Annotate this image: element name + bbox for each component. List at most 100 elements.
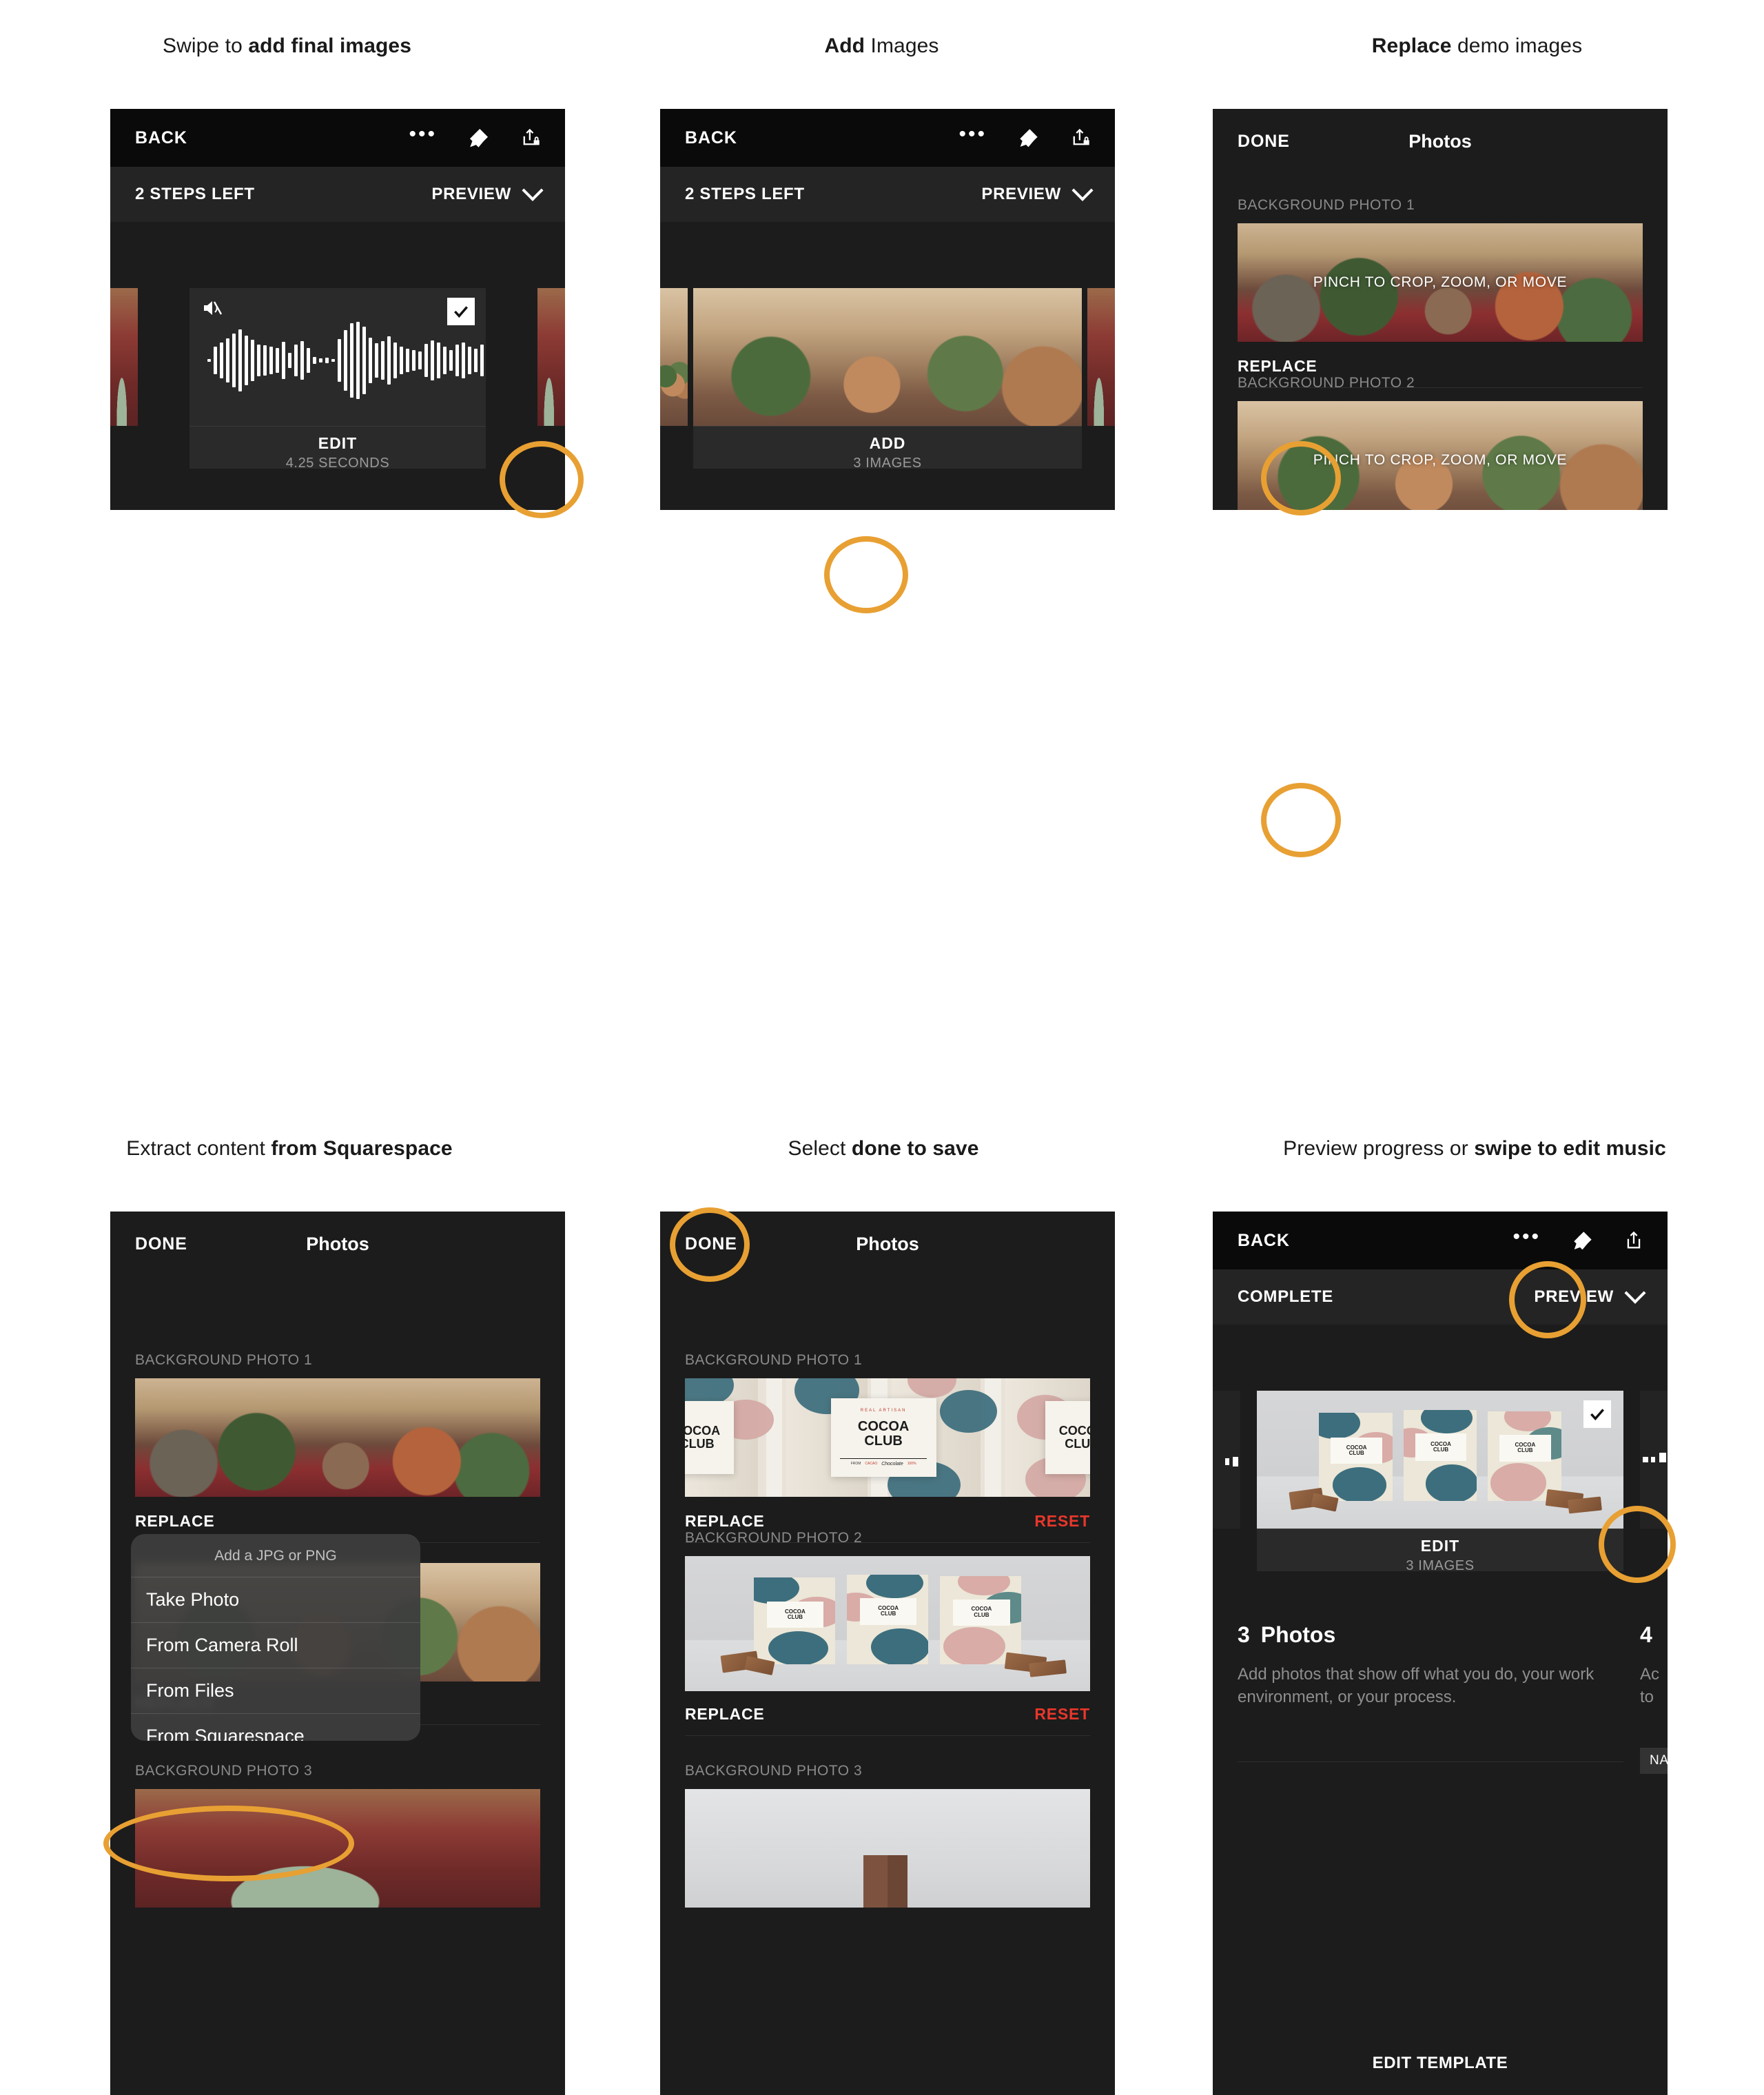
preview-button-1[interactable]: PREVIEW bbox=[431, 179, 544, 204]
highlight-replace-2 bbox=[1261, 783, 1341, 857]
photo-enabled-checkbox-6[interactable] bbox=[1583, 1400, 1611, 1428]
steps-left-label-2: 2 STEPS LEFT bbox=[685, 185, 805, 203]
back-button-6[interactable]: BACK bbox=[1238, 1231, 1290, 1251]
modal-title-3: Photos bbox=[1408, 130, 1472, 152]
preview-button-6[interactable]: PREVIEW bbox=[1534, 1282, 1646, 1307]
back-button-2[interactable]: BACK bbox=[685, 128, 737, 148]
caption-bold-4: from Squarespace bbox=[271, 1137, 453, 1160]
edit-label-6: EDIT bbox=[1420, 1537, 1460, 1555]
replace-row-3-1: REPLACE bbox=[1238, 357, 1643, 376]
steps-left-label-6: COMPLETE bbox=[1238, 1287, 1333, 1306]
steps-bar-1: 2 STEPS LEFT PREVIEW bbox=[110, 167, 565, 222]
navbar-2: BACK ••• bbox=[660, 109, 1115, 167]
replace-button-4-1[interactable]: REPLACE bbox=[135, 1512, 215, 1531]
modal-title-4: Photos bbox=[306, 1233, 369, 1254]
back-button-1[interactable]: BACK bbox=[135, 128, 187, 148]
preview-label-6: PREVIEW bbox=[1534, 1287, 1614, 1306]
brush-icon[interactable] bbox=[469, 127, 489, 148]
navbar-6: BACK ••• bbox=[1213, 1212, 1668, 1269]
photo-thumb-5-1[interactable]: REAL ARTISAN COCOA CLUB FROM CACAO Choco… bbox=[685, 1378, 1090, 1497]
phone-screen-2: BACK ••• 2 STEPS LEFT PREVIEW ADD 3 IMAG… bbox=[660, 109, 1115, 510]
edit-template-button-6[interactable]: EDIT TEMPLATE bbox=[1213, 2054, 1668, 2073]
modal-head-3: DONE Photos bbox=[1213, 109, 1668, 174]
waveform-card-footer-1[interactable]: EDIT 4.25 SECONDS bbox=[189, 426, 486, 471]
caption-bold-1: add final images bbox=[248, 34, 411, 57]
step-title-6: 3 Photos bbox=[1238, 1622, 1623, 1648]
caption-plain-5: Select bbox=[788, 1137, 852, 1160]
replace-row-4-1: REPLACE bbox=[135, 1512, 540, 1531]
add-label-2: ADD bbox=[869, 434, 906, 452]
phone-screen-4: DONE Photos BACKGROUND PHOTO 1 REPLACE R… bbox=[110, 1212, 565, 2095]
preview-label-2: PREVIEW bbox=[981, 185, 1061, 203]
reset-button-5-2[interactable]: RESET bbox=[1034, 1705, 1090, 1724]
photo-label-5-3: BACKGROUND PHOTO 3 bbox=[685, 1763, 863, 1779]
peek-prev-2[interactable] bbox=[660, 288, 688, 426]
panel-caption-4: Extract content from Squarespace bbox=[0, 1137, 579, 1161]
label-club: CLUB bbox=[864, 1433, 903, 1449]
peek-next-1[interactable] bbox=[537, 288, 565, 426]
images-count-label-2: 3 IMAGES bbox=[853, 456, 922, 471]
reset-button-5-1[interactable]: RESET bbox=[1034, 1512, 1090, 1531]
caption-bold-2: Add bbox=[824, 34, 865, 57]
more-dots-icon[interactable]: ••• bbox=[958, 124, 987, 145]
more-dots-icon[interactable]: ••• bbox=[409, 124, 437, 145]
modal-title-5: Photos bbox=[856, 1233, 919, 1254]
audio-enabled-checkbox-1[interactable] bbox=[447, 298, 475, 325]
peek-prev-6[interactable] bbox=[1213, 1391, 1240, 1529]
peek-next-2[interactable] bbox=[1087, 288, 1115, 426]
share-icon[interactable] bbox=[1625, 1230, 1643, 1251]
replace-button-5-1[interactable]: REPLACE bbox=[685, 1512, 765, 1531]
share-lock-icon[interactable] bbox=[1071, 127, 1090, 148]
phone-screen-1: BACK ••• 2 STEPS LEFT PREVIEW EDIT 4.25 … bbox=[110, 109, 565, 510]
replace-row-5-2: REPLACE RESET bbox=[685, 1705, 1090, 1724]
share-lock-icon[interactable] bbox=[521, 127, 540, 148]
photo-card-2[interactable] bbox=[693, 288, 1082, 426]
photo-thumb-5-2[interactable]: COCOA CLUB COCOA CLUB COCOA CLUB bbox=[685, 1556, 1090, 1691]
label-cocoa: COCOA bbox=[857, 1418, 910, 1434]
sheet-item-from-camera-roll[interactable]: From Camera Roll bbox=[131, 1623, 420, 1668]
peek-prev-1[interactable] bbox=[110, 288, 138, 426]
preview-button-2[interactable]: PREVIEW bbox=[981, 179, 1094, 204]
photo-thumb-3-1[interactable]: PINCH TO CROP, ZOOM, OR MOVE bbox=[1238, 223, 1643, 342]
photo-card-footer-6[interactable]: EDIT 3 IMAGES bbox=[1257, 1529, 1623, 1573]
replace-button-5-2[interactable]: REPLACE bbox=[685, 1705, 765, 1724]
photo-card-6[interactable]: COCOA CLUB COCOA CLUB COCOA CLUB bbox=[1257, 1391, 1623, 1529]
pinch-hint-3-2: PINCH TO CROP, ZOOM, OR MOVE bbox=[1313, 452, 1568, 468]
photo-source-action-sheet: Add a JPG or PNG Take Photo From Camera … bbox=[131, 1534, 420, 1741]
next-step-desc-6: Ac to bbox=[1640, 1665, 1660, 1707]
panel-caption-6: Preview progress or swipe to edit music bbox=[1185, 1137, 1764, 1161]
photo-label-5-1: BACKGROUND PHOTO 1 bbox=[685, 1352, 863, 1368]
photo-card-footer-2[interactable]: ADD 3 IMAGES bbox=[693, 426, 1082, 471]
chevron-down-icon bbox=[1624, 1282, 1646, 1304]
divider-5-2 bbox=[685, 1735, 1090, 1736]
step-number-6: 3 bbox=[1238, 1622, 1250, 1647]
sheet-item-from-files[interactable]: From Files bbox=[131, 1668, 420, 1714]
phone-screen-3: DONE Photos BACKGROUND PHOTO 1 PINCH TO … bbox=[1213, 109, 1668, 510]
modal-head-5: DONE Photos bbox=[660, 1212, 1115, 1276]
photo-label-4-3: BACKGROUND PHOTO 3 bbox=[135, 1763, 313, 1779]
photo-thumb-4-3[interactable] bbox=[135, 1789, 540, 1908]
preview-label-1: PREVIEW bbox=[431, 185, 511, 203]
images-count-label-6: 3 IMAGES bbox=[1406, 1558, 1475, 1573]
peek-next-6[interactable] bbox=[1640, 1391, 1668, 1529]
sheet-item-from-squarespace[interactable]: From Squarespace bbox=[131, 1714, 420, 1741]
replace-button-3-1[interactable]: REPLACE bbox=[1238, 357, 1317, 376]
chevron-down-icon bbox=[1071, 179, 1094, 201]
next-step-number-6: 4 bbox=[1640, 1622, 1652, 1647]
carousel-1: EDIT 4.25 SECONDS bbox=[110, 222, 565, 510]
caption-bold-3: Replace bbox=[1371, 34, 1452, 57]
nav-icons-2: ••• bbox=[958, 124, 1090, 148]
brush-icon[interactable] bbox=[1572, 1230, 1593, 1251]
pinch-hint-3-1: PINCH TO CROP, ZOOM, OR MOVE bbox=[1313, 274, 1568, 290]
audio-waveform-1 bbox=[207, 322, 486, 399]
caption-bold-5: done to save bbox=[851, 1137, 979, 1160]
speaker-mute-icon[interactable] bbox=[202, 299, 223, 320]
sheet-item-take-photo[interactable]: Take Photo bbox=[131, 1577, 420, 1623]
waveform-card-1[interactable] bbox=[189, 288, 486, 426]
photo-thumb-4-1[interactable] bbox=[135, 1378, 540, 1497]
step-name-6: Photos bbox=[1260, 1622, 1336, 1647]
more-dots-icon[interactable]: ••• bbox=[1512, 1227, 1541, 1247]
photo-thumb-5-3[interactable] bbox=[685, 1789, 1090, 1908]
brush-icon[interactable] bbox=[1018, 127, 1039, 148]
photo-thumb-3-2[interactable]: PINCH TO CROP, ZOOM, OR MOVE bbox=[1238, 401, 1643, 510]
